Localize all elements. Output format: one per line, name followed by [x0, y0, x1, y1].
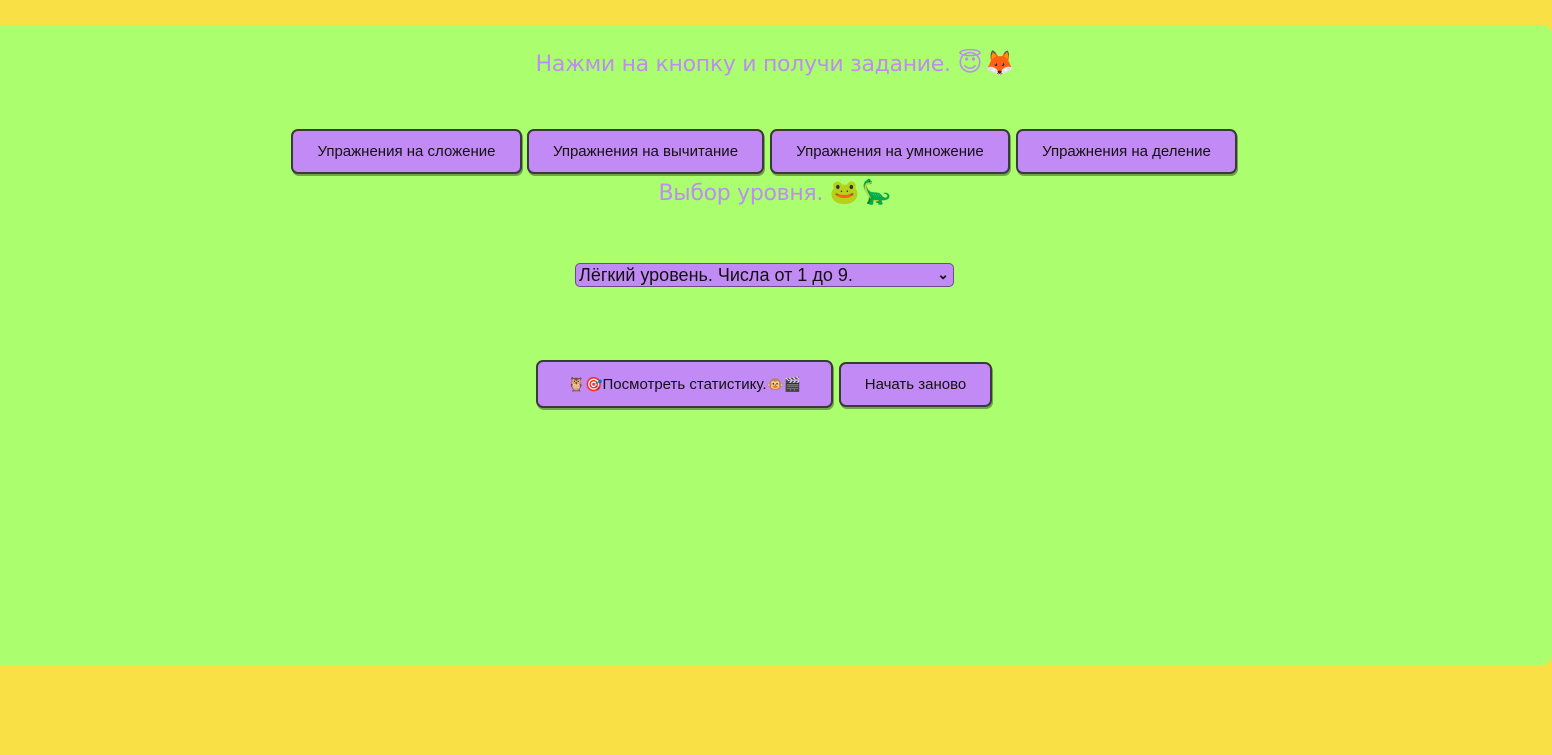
- level-select-value: Лёгкий уровень. Числа от 1 до 9.: [579, 264, 853, 285]
- view-statistics-label: Посмотреть статистику.: [602, 375, 767, 393]
- view-statistics-button[interactable]: 🦉🎯 Посмотреть статистику. 🐵🎬: [536, 360, 833, 408]
- level-heading: Выбор уровня. 🐸🦕: [0, 178, 1552, 206]
- monkey-clapper-emoji-icon: 🐵🎬: [766, 375, 802, 392]
- level-select[interactable]: Лёгкий уровень. Числа от 1 до 9. ⌄: [575, 263, 954, 287]
- angel-fox-emoji-icon: 😇🦊: [957, 49, 1017, 77]
- owl-target-emoji-icon: 🦉🎯: [567, 375, 603, 392]
- addition-exercises-button[interactable]: Упражнения на сложение: [291, 129, 522, 174]
- subtraction-exercises-button[interactable]: Упражнения на вычитание: [527, 129, 764, 174]
- multiplication-exercises-button[interactable]: Упражнения на умножение: [770, 129, 1010, 174]
- restart-button[interactable]: Начать заново: [839, 362, 992, 407]
- main-panel: [0, 25, 1552, 665]
- task-prompt-heading: Нажми на кнопку и получи задание. 😇🦊: [0, 49, 1552, 77]
- division-exercises-button[interactable]: Упражнения на деление: [1016, 129, 1237, 174]
- frog-dinosaur-emoji-icon: 🐸🦕: [829, 178, 894, 206]
- chevron-down-icon: ⌄: [937, 266, 949, 282]
- task-prompt-text: Нажми на кнопку и получи задание.: [535, 52, 951, 77]
- level-heading-text: Выбор уровня.: [658, 181, 824, 206]
